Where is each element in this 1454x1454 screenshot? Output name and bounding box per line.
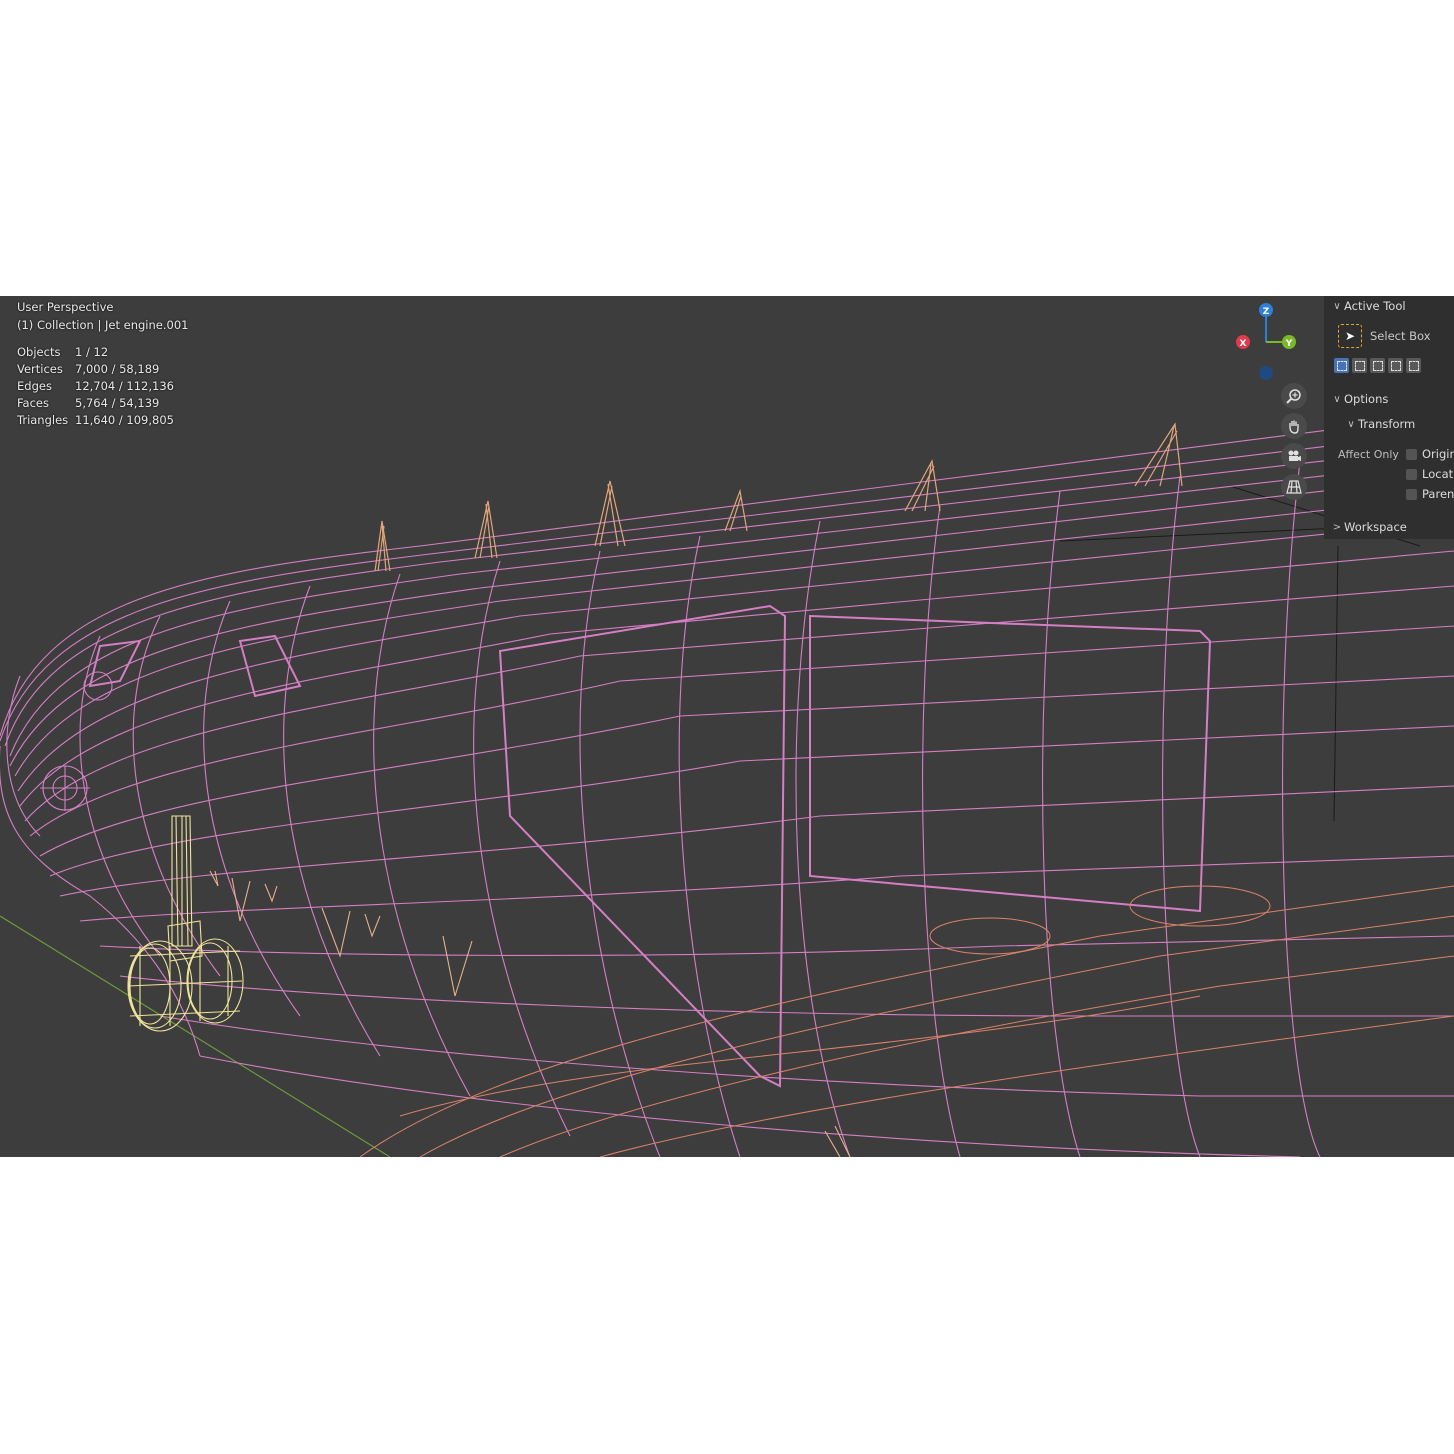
wireframe-scene bbox=[0, 413, 1454, 1157]
view-name: User Perspective bbox=[17, 300, 114, 314]
selection-mode-buttons bbox=[1334, 358, 1421, 373]
checkbox-icon bbox=[1406, 448, 1417, 460]
grid-perspective-icon[interactable] bbox=[1281, 474, 1307, 500]
active-tool-label: Active Tool bbox=[1344, 299, 1406, 313]
mode-invert-icon[interactable] bbox=[1388, 358, 1403, 373]
stat-value: 5,764 / 54,139 bbox=[75, 396, 160, 410]
gizmo-z-label: Z bbox=[1263, 307, 1270, 317]
antenna-wireframes bbox=[374, 422, 1183, 572]
active-tool-header[interactable]: ∨ Active Tool bbox=[1330, 297, 1406, 315]
3d-viewport[interactable]: User Perspective (1) Collection | Jet en… bbox=[0, 296, 1454, 1157]
stat-label: Triangles bbox=[17, 413, 69, 427]
mode-extend-icon[interactable] bbox=[1352, 358, 1367, 373]
checkbox-label: Locations bbox=[1422, 467, 1454, 481]
tool-name: Select Box bbox=[1370, 329, 1431, 343]
stat-value: 12,704 / 112,136 bbox=[75, 379, 174, 393]
mode-subtract-icon[interactable] bbox=[1370, 358, 1385, 373]
gizmo-neg-z-axis bbox=[1259, 366, 1273, 380]
affect-only-label: Affect Only bbox=[1338, 447, 1399, 461]
checkbox-label: Parents bbox=[1422, 487, 1454, 501]
mode-intersect-icon[interactable] bbox=[1406, 358, 1421, 373]
stat-row-faces: Faces 5,764 / 54,139 bbox=[17, 395, 174, 412]
workspace-header[interactable]: > Workspace bbox=[1330, 518, 1407, 536]
camera-icon[interactable] bbox=[1281, 443, 1307, 469]
stat-label: Edges bbox=[17, 379, 52, 393]
options-header[interactable]: ∨ Options bbox=[1330, 390, 1388, 408]
stat-value: 1 / 12 bbox=[75, 345, 109, 359]
chevron-down-icon: ∨ bbox=[1347, 418, 1355, 430]
checkbox-label: Origins bbox=[1422, 447, 1454, 461]
zoom-icon[interactable] bbox=[1281, 383, 1307, 409]
affect-parents-checkbox[interactable]: Parents bbox=[1406, 485, 1454, 503]
stat-value: 11,640 / 109,805 bbox=[75, 413, 174, 427]
navigation-gizmo[interactable]: Z X Y bbox=[1228, 300, 1308, 388]
transform-header[interactable]: ∨ Transform bbox=[1344, 415, 1415, 433]
stat-value: 7,000 / 58,189 bbox=[75, 362, 160, 376]
chevron-down-icon: ∨ bbox=[1333, 393, 1341, 405]
scene-statistics: Objects 1 / 12 Vertices 7,000 / 58,189 E… bbox=[17, 344, 174, 429]
stat-label: Vertices bbox=[17, 362, 63, 376]
stat-row-vertices: Vertices 7,000 / 58,189 bbox=[17, 361, 174, 378]
wing-wireframe bbox=[359, 885, 1454, 1157]
workspace-label: Workspace bbox=[1344, 520, 1407, 534]
select-box-tool-icon[interactable]: ➤ bbox=[1338, 324, 1362, 348]
gizmo-y-label: Y bbox=[1285, 339, 1293, 349]
transform-label: Transform bbox=[1358, 417, 1416, 431]
lower-antennas bbox=[209, 870, 851, 1157]
affect-origins-checkbox[interactable]: Origins bbox=[1406, 445, 1454, 463]
mode-set-icon[interactable] bbox=[1334, 358, 1349, 373]
stat-row-edges: Edges 12,704 / 112,136 bbox=[17, 378, 174, 395]
stat-row-triangles: Triangles 11,640 / 109,805 bbox=[17, 412, 174, 429]
tool-sidebar: ∨ Active Tool ➤ Select Box ∨ Options ∨ T… bbox=[1324, 296, 1454, 539]
checkbox-icon bbox=[1406, 468, 1417, 480]
checkbox-icon bbox=[1406, 488, 1417, 500]
stat-label: Faces bbox=[17, 396, 49, 410]
collection-line: (1) Collection | Jet engine.001 bbox=[17, 318, 189, 332]
hand-pan-icon[interactable] bbox=[1281, 413, 1307, 439]
chevron-right-icon: > bbox=[1332, 521, 1342, 533]
gizmo-x-label: X bbox=[1240, 339, 1247, 349]
options-label: Options bbox=[1344, 392, 1389, 406]
stat-label: Objects bbox=[17, 345, 61, 359]
stat-row-objects: Objects 1 / 12 bbox=[17, 344, 174, 361]
chevron-down-icon: ∨ bbox=[1333, 300, 1341, 312]
affect-locations-checkbox[interactable]: Locations bbox=[1406, 465, 1454, 483]
